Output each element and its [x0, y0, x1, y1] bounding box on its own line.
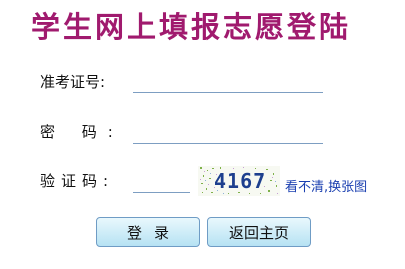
back-home-button[interactable]: 返回主页	[207, 217, 311, 247]
exam-id-input[interactable]	[133, 72, 323, 93]
captcha-input[interactable]	[133, 172, 190, 193]
refresh-captcha-link[interactable]: 看不清,换张图	[285, 176, 367, 195]
password-label: 密 码:	[40, 123, 124, 141]
password-input[interactable]	[133, 123, 323, 144]
captcha-code: 4167	[214, 169, 267, 193]
captcha-image[interactable]: 4167	[198, 166, 280, 196]
exam-id-label: 准考证号:	[40, 73, 106, 91]
captcha-label: 验证码:	[40, 172, 115, 190]
page-title: 学生网上填报志愿登陆	[31, 10, 352, 44]
login-button[interactable]: 登录	[96, 217, 200, 247]
